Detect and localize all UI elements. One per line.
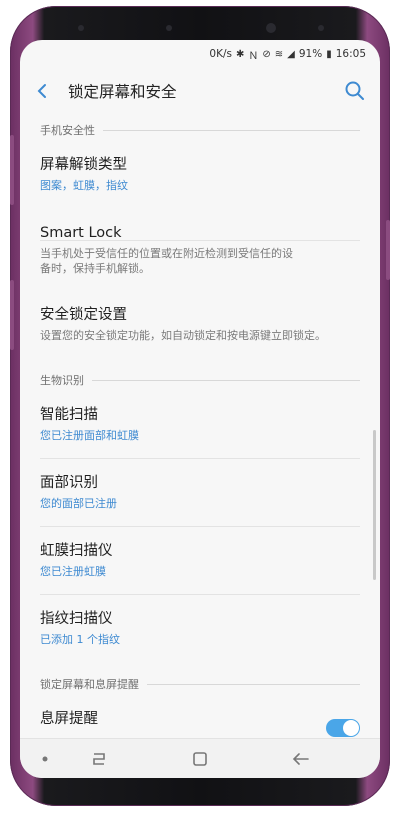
signal-icon: ◢: [287, 48, 295, 60]
status-bar: 0K/s ✱ Ｎ ⊘ ≋ ◢ 91% ▮ 16:05: [20, 40, 380, 68]
phone-screen: 0K/s ✱ Ｎ ⊘ ≋ ◢ 91% ▮ 16:05 锁定屏幕和安全 手机安全性…: [20, 40, 380, 778]
item-subtitle: 图案，虹膜，指纹: [40, 179, 128, 192]
back-nav-icon[interactable]: [286, 749, 316, 769]
setting-face-recognition[interactable]: 面部识别 您的面部已注册: [40, 474, 360, 511]
side-button-right: [386, 220, 390, 280]
wifi-icon: ≋: [274, 48, 284, 60]
setting-fingerprint-scanner[interactable]: 指纹扫描仪 已添加 1 个指纹: [40, 610, 360, 647]
setting-iris-scanner[interactable]: 虹膜扫描仪 您已注册虹膜: [40, 542, 360, 579]
camera-row: [0, 20, 400, 36]
item-subtitle: 您的面部已注册: [40, 497, 117, 510]
mute-icon: ⊘: [262, 48, 271, 60]
section-header-phone-security: 手机安全性: [40, 122, 360, 138]
item-subtitle: 已添加 1 个指纹: [40, 633, 120, 646]
item-subtitle: 设置您的安全锁定功能，如自动锁定和按电源键立即锁定。: [40, 329, 326, 342]
section-header-lock-screen-aod: 锁定屏幕和息屏提醒: [40, 676, 360, 692]
setting-secure-lock[interactable]: 安全锁定设置 设置您的安全锁定功能，如自动锁定和按电源键立即锁定。: [40, 306, 360, 343]
search-icon[interactable]: [344, 80, 366, 102]
setting-smart-lock[interactable]: Smart Lock 当手机处于受信任的位置或在附近检测到受信任的设 备时，保持…: [40, 224, 360, 276]
item-title: 面部识别: [40, 475, 98, 491]
item-title: 虹膜扫描仪: [40, 543, 113, 559]
recent-apps-icon[interactable]: [84, 749, 114, 769]
setting-always-on-display[interactable]: 息屏提醒: [40, 710, 360, 728]
back-arrow-icon[interactable]: [20, 68, 64, 114]
battery-percent: 91%: [298, 48, 323, 60]
section-label: 生物识别: [40, 374, 84, 387]
divider: [40, 458, 360, 459]
side-button-left-bottom: [10, 280, 14, 350]
setting-screen-lock-type[interactable]: 屏幕解锁类型 图案，虹膜，指纹: [40, 156, 360, 193]
item-subtitle-line1: 当手机处于受信任的位置或在附近检测到受信任的设: [40, 247, 293, 260]
dot-icon[interactable]: [30, 749, 60, 769]
navigation-bar: [20, 738, 380, 778]
always-on-display-toggle[interactable]: [326, 719, 360, 737]
item-title: 智能扫描: [40, 407, 98, 423]
divider: [40, 526, 360, 527]
item-title: 安全锁定设置: [40, 307, 127, 323]
side-button-left-top: [10, 135, 14, 205]
nfc-icon: Ｎ: [248, 50, 259, 62]
battery-icon: ▮: [326, 48, 332, 60]
section-header-biometrics: 生物识别: [40, 372, 360, 388]
item-title: 指纹扫描仪: [40, 611, 113, 627]
scrollbar[interactable]: [373, 430, 376, 580]
item-title: 屏幕解锁类型: [40, 157, 127, 173]
setting-intelligent-scan[interactable]: 智能扫描 您已注册面部和虹膜: [40, 406, 360, 443]
clock: 16:05: [335, 48, 366, 60]
section-label: 锁定屏幕和息屏提醒: [40, 678, 139, 691]
bluetooth-icon: ✱: [236, 48, 245, 60]
divider: [40, 594, 360, 595]
page-title: 锁定屏幕和安全: [68, 83, 177, 101]
section-label: 手机安全性: [40, 124, 95, 137]
item-title: Smart Lock: [40, 225, 122, 241]
item-subtitle-line2: 备时，保持手机解锁。: [40, 262, 150, 275]
item-subtitle: 您已注册虹膜: [40, 565, 106, 578]
app-bar: 锁定屏幕和安全: [20, 68, 380, 114]
item-subtitle: 您已注册面部和虹膜: [40, 429, 139, 442]
item-title: 息屏提醒: [40, 711, 98, 727]
home-icon[interactable]: [185, 749, 215, 769]
network-speed: 0K/s: [209, 48, 232, 60]
